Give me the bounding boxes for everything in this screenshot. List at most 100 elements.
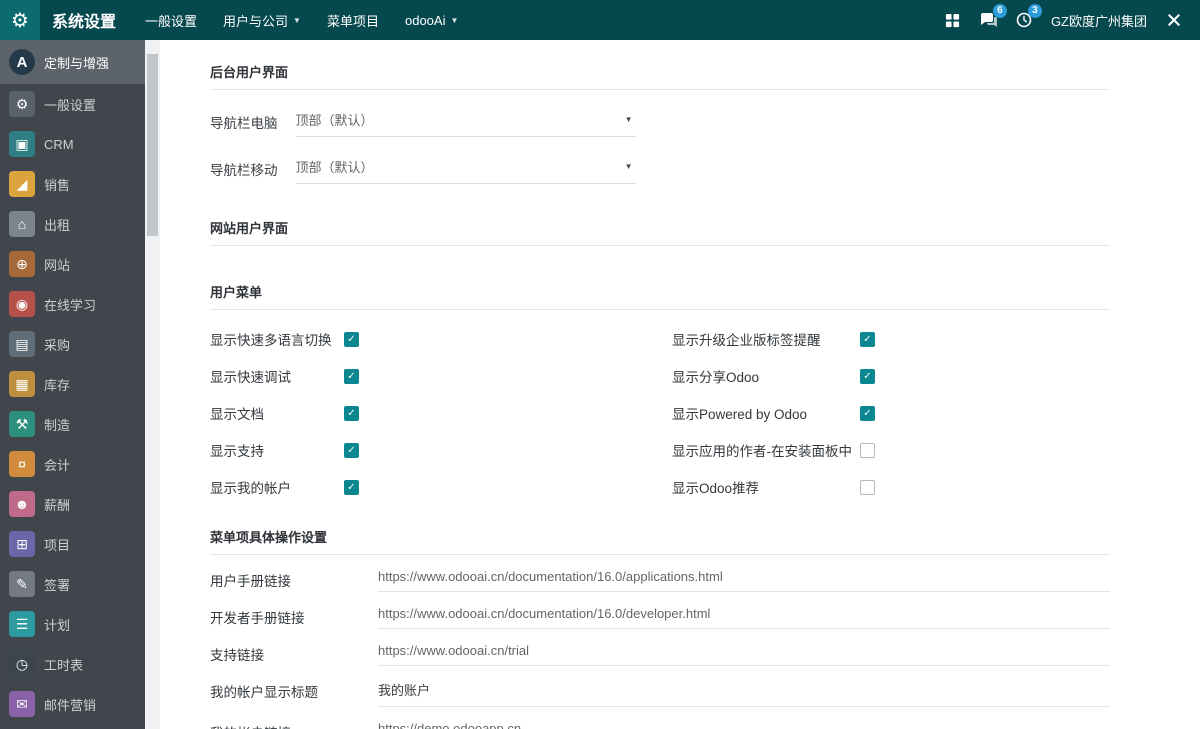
checkbox[interactable]: ✓ — [344, 369, 359, 384]
dropdown-select[interactable]: 顶部（默认） ▼ — [296, 154, 636, 184]
chevron-down-icon: ▼ — [625, 115, 633, 124]
dropdown-selected-value: 顶部（默认） — [296, 110, 374, 129]
content-scrollbar[interactable] — [145, 40, 160, 729]
checkbox[interactable] — [860, 443, 875, 458]
text-input[interactable]: https://www.odooai.cn/trial — [378, 642, 1110, 666]
tools-icon[interactable] — [1166, 12, 1182, 28]
sign-pen-icon: ✎ — [9, 571, 35, 597]
setting-label: 显示升级企业版标签提醒 — [672, 329, 860, 349]
sidebar-item-label: 销售 — [44, 175, 70, 194]
sidebar-item[interactable]: ◉在线学习 — [0, 284, 145, 324]
checkbox[interactable]: ✓ — [344, 332, 359, 347]
topbar-right: 6 3 GZ欧度广州集团 — [945, 11, 1200, 30]
messages-badge: 6 — [993, 4, 1007, 18]
sidebar-item-label: 网站 — [44, 255, 70, 274]
sidebar-item-label: 库存 — [44, 375, 70, 394]
setting-checkbox-row: 显示我的帐户✓ — [210, 477, 672, 497]
topbar-menu-item[interactable]: 菜单项目 — [314, 0, 392, 40]
input-line: https://demo.odooapp.cn — [378, 720, 1110, 729]
text-input[interactable]: https://www.odooai.cn/documentation/16.0… — [378, 605, 1110, 629]
section-title-website-ui: 网站用户界面 — [210, 218, 1110, 237]
topbar-menu-item[interactable]: odooAi▼ — [392, 0, 471, 40]
user-menu[interactable]: GZ欧度广州集团 — [1051, 11, 1147, 30]
activities-clock-icon[interactable]: 3 — [1016, 12, 1032, 28]
app-logo[interactable]: ⚙ — [0, 0, 40, 40]
dropdown-selected-value: 顶部（默认） — [296, 157, 374, 176]
topbar-menu-item[interactable]: 一般设置 — [132, 0, 210, 40]
sidebar-item-label: 定制与增强 — [44, 53, 109, 72]
dropdown-select[interactable]: 顶部（默认） ▼ — [296, 107, 636, 137]
setting-checkbox-row: 显示快速多语言切换✓ — [210, 329, 672, 349]
checkbox[interactable]: ✓ — [344, 443, 359, 458]
section-title-user-menu: 用户菜单 — [210, 282, 1110, 301]
timesheet-clock-icon: ◷ — [9, 651, 35, 677]
sidebar-item[interactable]: ¤会计 — [0, 444, 145, 484]
apps-grid-icon[interactable] — [945, 13, 960, 28]
sidebar-item[interactable]: ▦库存 — [0, 364, 145, 404]
setting-value-area: 我的账户 — [378, 679, 1110, 707]
messages-icon[interactable]: 6 — [979, 12, 997, 28]
sidebar-item-label: 项目 — [44, 535, 70, 554]
sidebar-item[interactable]: ▣CRM — [0, 124, 145, 164]
text-input[interactable]: https://www.odooai.cn/documentation/16.0… — [378, 568, 1110, 592]
sidebar-item[interactable]: ⚒ 制造 — [0, 404, 145, 444]
setting-input-row: 我的帐户显示标题我的账户 — [210, 679, 1110, 707]
checkbox[interactable]: ✓ — [344, 406, 359, 421]
sidebar-item[interactable]: ⚙一般设置 — [0, 84, 145, 124]
sidebar-item[interactable]: ◢销售 — [0, 164, 145, 204]
sidebar-item[interactable]: ✉邮件营销 — [0, 684, 145, 724]
sidebar-item[interactable]: A 定制与增强 — [0, 40, 145, 84]
sidebar-item[interactable]: ⌂出租 — [0, 204, 145, 244]
setting-checkbox-row: 显示Odoo推荐 — [672, 477, 875, 497]
section-title-menu-settings: 菜单项具体操作设置 — [210, 527, 1110, 546]
odooai-logo-icon: A — [9, 49, 35, 75]
sidebar: A 定制与增强 ⚙一般设置▣CRM◢销售⌂出租 ⊕ 网站 ◉在线学习▤采购▦库存 ⚒ 制造 ¤会… — [0, 40, 145, 729]
app-title[interactable]: 系统设置 — [40, 8, 132, 32]
sidebar-item[interactable]: ▤采购 — [0, 324, 145, 364]
divider — [210, 309, 1110, 310]
sidebar-item-label: 出租 — [44, 215, 70, 234]
gear-logo-icon: ⚙ — [11, 8, 29, 33]
setting-checkbox-row: 显示升级企业版标签提醒✓ — [672, 329, 875, 349]
scrollbar-thumb[interactable] — [147, 54, 158, 236]
planning-icon: ☰ — [9, 611, 35, 637]
setting-checkbox-row: 显示文档✓ — [210, 403, 672, 423]
sidebar-item-label: 在线学习 — [44, 295, 96, 314]
setting-label: 开发者手册链接 — [210, 605, 378, 629]
payroll-person-icon: ☻ — [9, 491, 35, 517]
sidebar-item-label: 采购 — [44, 335, 70, 354]
sidebar-item-label: CRM — [44, 137, 74, 152]
text-input[interactable]: https://demo.odooapp.cn — [378, 720, 1110, 729]
text-input[interactable]: 我的账户 — [378, 679, 1110, 707]
checkbox[interactable]: ✓ — [860, 332, 875, 347]
setting-input-row: 用户手册链接https://www.odooai.cn/documentatio… — [210, 568, 1110, 592]
input-line: https://www.odooai.cn/trial — [378, 642, 1110, 666]
sidebar-item[interactable]: ⊕ 网站 — [0, 244, 145, 284]
setting-input-row: 开发者手册链接https://www.odooai.cn/documentati… — [210, 605, 1110, 629]
sidebar-item-label: 制造 — [44, 415, 70, 434]
setting-value-area: https://www.odooai.cn/documentation/16.0… — [378, 605, 1110, 629]
checkbox[interactable]: ✓ — [860, 369, 875, 384]
divider — [210, 245, 1110, 246]
sidebar-item-label: 薪酬 — [44, 495, 70, 514]
chevron-down-icon: ▼ — [293, 16, 301, 25]
chevron-down-icon: ▼ — [625, 162, 633, 171]
setting-dropdown-row: 导航栏电脑顶部（默认）▼ — [210, 107, 1110, 137]
checkbox[interactable]: ✓ — [860, 406, 875, 421]
topbar-menu-item[interactable]: 用户与公司▼ — [210, 0, 314, 40]
sidebar-item[interactable]: ☰计划 — [0, 604, 145, 644]
sidebar-item-label: 邮件营销 — [44, 695, 96, 714]
chevron-down-icon: ▼ — [450, 16, 458, 25]
sidebar-item[interactable]: ⊞项目 — [0, 524, 145, 564]
sidebar-item-label: 一般设置 — [44, 95, 96, 114]
checkbox[interactable] — [860, 480, 875, 495]
setting-label: 显示分享Odoo — [672, 366, 860, 386]
sidebar-item[interactable]: ✎签署 — [0, 564, 145, 604]
website-globe-icon: ⊕ — [9, 251, 35, 277]
setting-value-area: https://www.odooai.cn/documentation/16.0… — [378, 568, 1110, 592]
checkbox[interactable]: ✓ — [344, 480, 359, 495]
setting-label: 显示快速多语言切换 — [210, 329, 344, 349]
sidebar-item[interactable]: ◷工时表 — [0, 644, 145, 684]
manufacturing-wrench-icon: ⚒ — [9, 411, 35, 437]
sidebar-item[interactable]: ☻ 薪酬 — [0, 484, 145, 524]
